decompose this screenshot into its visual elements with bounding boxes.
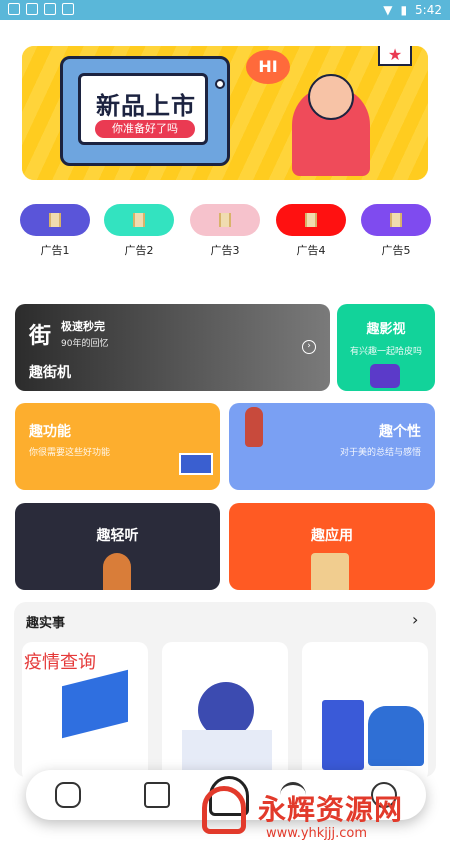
ad-item-5[interactable]: 广告5 [361,204,431,258]
ad-item-4[interactable]: 广告4 [276,204,346,258]
ad-label: 广告3 [210,244,240,257]
chevron-right-icon[interactable]: › [412,610,418,629]
realthings-card-label: 疫情查询 [24,652,96,673]
ad-pill [361,204,431,236]
ad-label: 广告5 [381,244,411,257]
realthings-card-1[interactable]: 疫情查询 [22,642,148,782]
laptop-illustration [182,730,272,770]
realthings-title: 趣实事 [26,616,66,631]
tv-screen: 新品上市 你准备好了吗 [78,73,208,145]
apps-title: 趣应用 [311,528,353,544]
banner-subtitle: 你准备好了吗 [95,120,195,138]
notification-icons [8,3,74,15]
ad-icon [305,213,317,227]
watermark-logo [202,786,246,834]
watermark-text: 永辉资源网 [258,793,404,826]
briefcase-icon[interactable] [144,782,170,808]
realthings-panel: 趣实事 › 疫情查询 [14,602,436,782]
ad-label: 广告2 [124,244,154,257]
card-listen[interactable]: 趣轻听 [15,503,220,590]
card-personal[interactable]: 趣个性 对于美的总结与感悟 [229,403,435,490]
function-desc: 你很需要这些好功能 [29,448,111,458]
ad-icon [219,213,231,227]
phone-illustration [62,669,128,739]
realthings-card-3[interactable] [302,642,428,782]
tv-knob [215,79,225,89]
camera-icon [370,364,400,388]
card-function[interactable]: 趣功能 你很需要这些好功能 [15,403,220,490]
card-apps[interactable]: 趣应用 [229,503,435,590]
clock: 5:42 [415,3,442,17]
arcade-char-icon: 街 [29,324,52,349]
character-face [308,74,354,120]
ad-label: 广告1 [40,244,70,257]
chevron-right-icon[interactable]: › [302,340,316,354]
hi-bubble: HI [246,50,290,84]
listen-title: 趣轻听 [96,528,139,544]
ad-pill [276,204,346,236]
board-illustration [179,453,213,475]
ad-pill [190,204,260,236]
promo-banner[interactable]: 新品上市 你准备好了吗 HI ★ [22,46,428,180]
arcade-title: 趣街机 [29,365,71,381]
cabinet-illustration [322,700,364,770]
status-right: ▼ ▮ 5:42 [383,3,442,17]
banner-title: 新品上市 [96,92,196,120]
person-illustration [368,706,424,766]
star-icon: ★ [378,46,412,66]
wifi-icon: ▼ [383,3,393,17]
movie-title: 趣影视 [366,322,406,337]
function-title: 趣功能 [29,424,71,440]
status-bar: ▼ ▮ 5:42 [0,0,450,20]
card-arcade[interactable]: 街 极速秒完 90年的回忆 趣街机 › [15,304,330,391]
movie-desc: 有兴趣一起哈皮吗 [349,347,422,357]
ad-icon [390,213,402,227]
person-illustration [245,407,263,447]
chair-illustration [311,553,349,590]
ad-item-1[interactable]: 广告1 [20,204,90,258]
ad-icon [133,213,145,227]
ad-pill [104,204,174,236]
arcade-desc: 90年的回忆 [61,339,109,349]
card-movie[interactable]: 趣影视 有兴趣一起哈皮吗 [337,304,435,391]
arcade-subtitle: 极速秒完 [61,320,105,333]
ad-pill [20,204,90,236]
gamepad-icon[interactable] [55,782,81,808]
ad-item-3[interactable]: 广告3 [190,204,260,258]
watermark-url: www.yhkjjj.com [266,826,368,841]
ad-icon [49,213,61,227]
tv-graphic: 新品上市 你准备好了吗 [60,56,230,166]
ad-label: 广告4 [296,244,326,257]
ad-item-2[interactable]: 广告2 [104,204,174,258]
battery-icon: ▮ [400,3,408,17]
listener-illustration [103,553,131,590]
realthings-card-2[interactable] [162,642,288,782]
